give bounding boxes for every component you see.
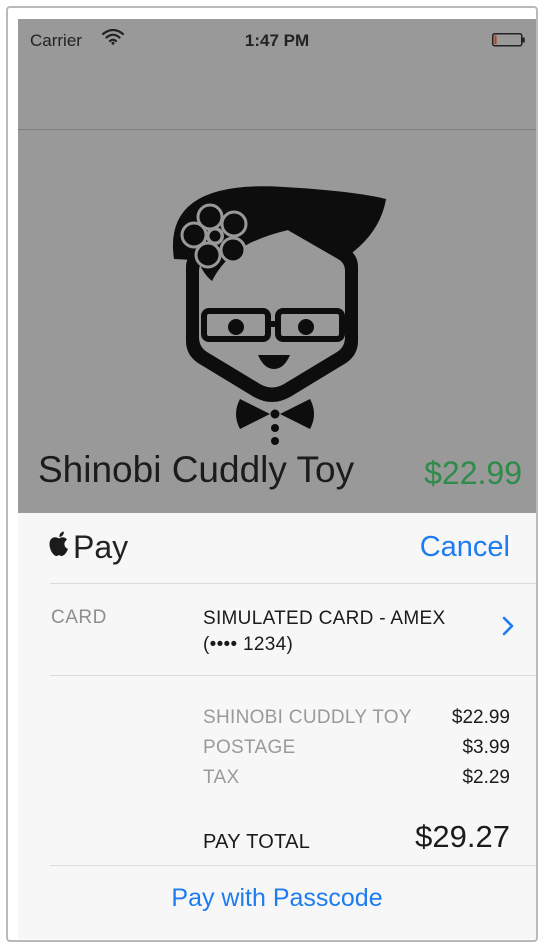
pay-total-amount: $29.27 xyxy=(415,819,510,854)
battery-icon xyxy=(492,33,526,47)
chevron-right-icon[interactable] xyxy=(502,616,514,641)
total-divider xyxy=(50,865,536,866)
screen: Carrier 1:47 PM Shinobi Cuddly Toy $22.9… xyxy=(18,19,536,939)
card-value: SIMULATED CARD - AMEX (•••• 1234) xyxy=(203,606,445,658)
device-frame: Carrier 1:47 PM Shinobi Cuddly Toy $22.9… xyxy=(6,6,538,942)
header-divider xyxy=(50,583,536,584)
pay-with-passcode-button[interactable]: Pay with Passcode xyxy=(18,884,536,913)
shinobi-mascot xyxy=(154,169,406,454)
apple-pay-label: Pay xyxy=(73,529,129,565)
card-divider xyxy=(50,675,536,676)
summary-item-amount: $22.99 xyxy=(451,707,510,728)
cancel-button[interactable]: Cancel xyxy=(420,531,510,564)
apple-pay-sheet: Pay Cancel CARD SIMULATED CARD - AMEX (•… xyxy=(18,513,536,939)
navigation-bar-divider xyxy=(18,129,536,130)
pay-total-label: PAY TOTAL xyxy=(203,831,311,853)
card-label: CARD xyxy=(51,607,107,628)
summary-item-label: SHINOBI CUDDLY TOY xyxy=(203,707,412,728)
apple-logo-icon xyxy=(48,531,70,562)
status-bar: Carrier 1:47 PM xyxy=(18,19,536,55)
product-title: Shinobi Cuddly Toy xyxy=(38,449,355,490)
summary-item-label: TAX xyxy=(203,767,240,788)
dimmed-app-background: Carrier 1:47 PM Shinobi Cuddly Toy $22.9… xyxy=(18,19,536,513)
clock: 1:47 PM xyxy=(244,31,310,50)
summary-item-amount: $3.99 xyxy=(462,737,510,758)
card-name: SIMULATED CARD - AMEX xyxy=(203,608,446,629)
product-price: $22.99 xyxy=(424,455,522,491)
summary-item-label: POSTAGE xyxy=(203,737,296,758)
card-number: (•••• 1234) xyxy=(203,634,294,655)
summary-item-amount: $2.29 xyxy=(462,767,510,788)
